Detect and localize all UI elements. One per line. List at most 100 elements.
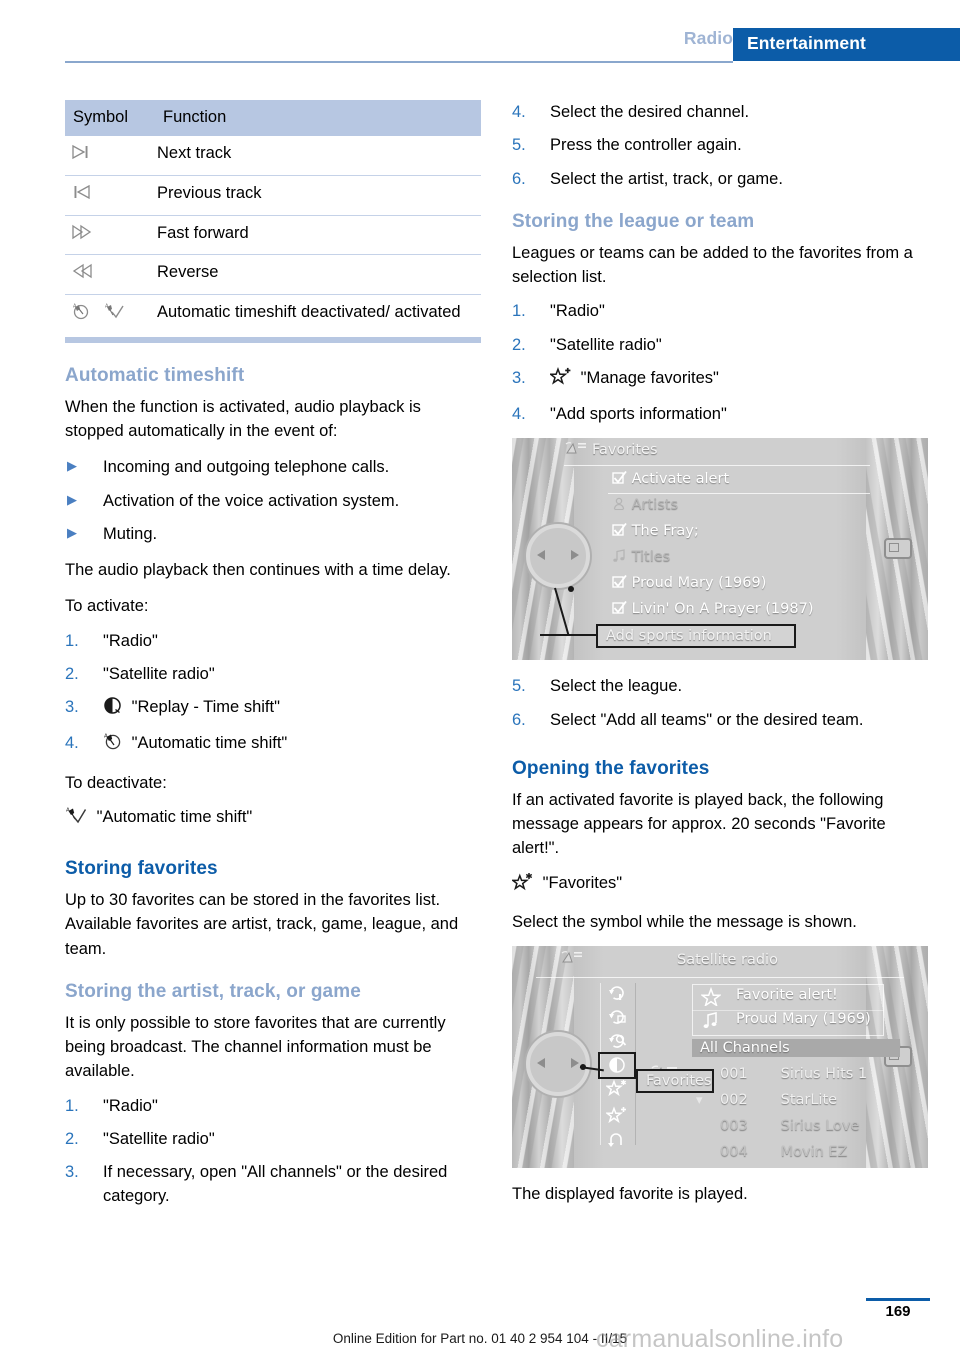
satellite-radio-icon xyxy=(564,441,588,463)
auto-timeshift-icons: A A xyxy=(65,295,155,335)
table-cell-function: Reverse xyxy=(155,254,481,296)
step-number: 4. xyxy=(512,405,526,423)
star-asterisk-icon xyxy=(510,872,533,898)
storing-league-body: Leagues or teams can be added to the fav… xyxy=(512,243,913,286)
favorites-symbol-label: "Favorites" xyxy=(542,873,623,892)
opening-favorites-closing: The displayed favorite is played. xyxy=(512,1185,748,1203)
fast-forward-icon-svg xyxy=(72,224,92,239)
list-item[interactable]: 002 StarLite xyxy=(720,1092,837,1108)
star-plus-icon[interactable] xyxy=(602,1106,632,1129)
storing-artist-steps: 1. "Radio" 2. "Satellite radio" 3. If ne… xyxy=(65,1094,483,1209)
next-track-icon-svg xyxy=(72,144,88,160)
controller-right-arrow-icon xyxy=(571,550,579,561)
table-row: A A Automatic timeshift deactivated/ act… xyxy=(65,295,481,335)
callout-add-sports-information[interactable]: Add sports information xyxy=(596,624,796,649)
category-icon[interactable] xyxy=(602,1008,632,1031)
list-item-label: Incoming and outgoing telephone calls. xyxy=(103,458,390,477)
watermark: carmanualsonline.info xyxy=(596,1325,844,1353)
page-number: 169 xyxy=(885,1303,911,1320)
controller-left-arrow-icon xyxy=(537,1058,545,1068)
step-label: "Radio" xyxy=(550,302,605,321)
bullet-triangle-icon: ▶ xyxy=(67,524,77,540)
favorites-symbol-line: "Favorites" xyxy=(510,871,930,898)
controller-right-arrow-icon xyxy=(571,1058,579,1068)
list-divider xyxy=(608,493,870,495)
callout-leader-line xyxy=(540,634,598,637)
deactivate-label-text: "Automatic time shift" xyxy=(96,807,253,826)
checkbox-checked-icon xyxy=(612,575,632,591)
list-item[interactable]: Titles xyxy=(612,549,670,565)
symbol-function-table: Symbol Function Next track Previous trac… xyxy=(65,100,481,335)
list-item[interactable]: Artists xyxy=(612,497,678,513)
list-item: 6. Select "Add all teams" or the desired… xyxy=(512,708,930,732)
step-label: "Add sports information" xyxy=(550,405,727,423)
screenshot-satellite-radio: Satellite radio Favorite alert! Proud Ma… xyxy=(512,946,928,1168)
step-label: If necessary, open "All channels" or the… xyxy=(103,1163,448,1206)
table-row: Fast forward xyxy=(65,215,481,256)
heading-opening-favorites: Opening the favorites xyxy=(512,757,710,779)
step-label: "Satellite radio" xyxy=(550,335,662,354)
step-label: "Radio" xyxy=(103,631,158,650)
list-item[interactable]: 003 Sirius Love xyxy=(720,1118,859,1134)
column-header-function: Function xyxy=(155,100,481,136)
channel-category-bar[interactable]: All Channels xyxy=(692,1039,900,1057)
tab-radio[interactable]: Radio xyxy=(684,28,733,49)
list-item[interactable]: Livin' On A Prayer (1987) xyxy=(612,601,813,617)
opening-favorites-after: Select the symbol while the message is s… xyxy=(512,912,857,931)
star-icon xyxy=(694,986,728,1010)
auto-timeshift-off-icon: A xyxy=(103,732,122,758)
repeat-icon[interactable] xyxy=(602,984,632,1007)
list-item: 5. Press the controller again. xyxy=(512,133,930,157)
auto-timeshift-off-icon: A xyxy=(71,302,91,327)
callout-favorites[interactable]: Favorites xyxy=(636,1069,714,1093)
list-item: 2. "Satellite radio" xyxy=(65,662,483,686)
step-label: "Replay - Time shift" xyxy=(131,698,280,717)
list-item: ▶ Muting. xyxy=(65,522,483,546)
storing-favorites-body: Up to 30 favorites can be stored in the … xyxy=(65,891,459,958)
list-item[interactable]: Proud Mary (1969) xyxy=(612,575,766,591)
step-number: 3. xyxy=(65,698,79,717)
step-number: 5. xyxy=(512,136,526,155)
storing-league-steps-after: 5. Select the league. 6. Select "Add all… xyxy=(512,674,930,732)
table-row: Previous track xyxy=(65,175,481,216)
side-display-button[interactable] xyxy=(884,538,912,560)
list-item[interactable]: 004 Movin EZ xyxy=(720,1144,848,1160)
chevron-down-icon: ▾ xyxy=(696,1093,703,1108)
step-number: 2. xyxy=(65,1129,79,1148)
list-item: 1. "Radio" xyxy=(65,629,483,653)
screenshot-favorites: Favorites Activate alert Artists The Fra… xyxy=(512,438,928,661)
opening-favorites-body: If an activated favorite is played back,… xyxy=(512,790,886,858)
reverse-icon xyxy=(65,254,155,296)
heading-storing-league: Storing the league or team xyxy=(512,210,755,232)
list-item-label: Activation of the voice activation syste… xyxy=(103,491,400,510)
music-note-icon xyxy=(694,1011,728,1034)
channel-number: 001 xyxy=(720,1066,748,1082)
list-item: 5. Select the league. xyxy=(512,674,930,698)
list-item: 1. "Radio" xyxy=(512,299,930,323)
back-icon[interactable] xyxy=(602,1131,632,1154)
satellite-radio-icon xyxy=(560,950,584,972)
step-label: "Radio" xyxy=(103,1096,158,1115)
channel-number: 002 xyxy=(720,1092,748,1108)
list-item[interactable]: The Fray; xyxy=(612,523,699,539)
rail-selection-box xyxy=(598,1052,636,1079)
reverse-icon-svg xyxy=(72,264,92,279)
tab-entertainment[interactable]: Entertainment xyxy=(733,28,960,61)
list-item: 4. Select the desired channel. xyxy=(512,100,930,124)
list-item[interactable]: 001 Sirius Hits 1 xyxy=(720,1066,867,1082)
list-item: 4. "Add sports information" xyxy=(512,402,930,426)
svg-text:A: A xyxy=(66,807,70,813)
star-asterisk-icon[interactable] xyxy=(602,1079,632,1102)
right-column: 4. Select the desired channel. 5. Press … xyxy=(510,100,930,1218)
auto-timeshift-on-icon: A xyxy=(103,302,125,327)
list-item: 6. Select the artist, track, or game. xyxy=(512,167,930,191)
idrive-controller[interactable] xyxy=(513,524,590,589)
step-number: 2. xyxy=(65,664,79,683)
step-number: 3. xyxy=(65,1163,79,1182)
list-item-label: Proud Mary (1969) xyxy=(631,575,767,592)
step-number: 5. xyxy=(512,677,526,696)
list-item[interactable]: Activate alert xyxy=(612,471,729,487)
deactivate-line: A "Automatic time shift" xyxy=(65,805,483,832)
step-number: 1. xyxy=(65,631,79,650)
list-item: 4. A "Automatic time shift" xyxy=(65,731,483,758)
